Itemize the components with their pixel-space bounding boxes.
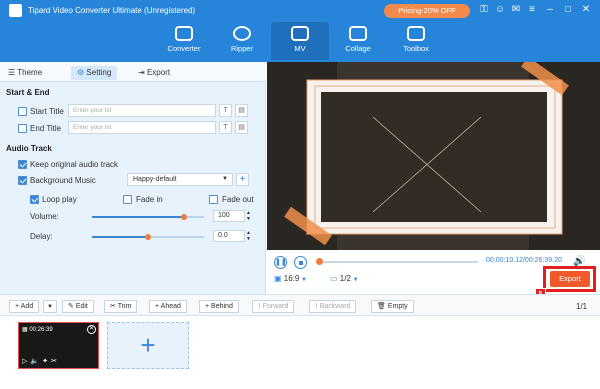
fade-in-checkbox[interactable] — [123, 195, 132, 204]
user-icon[interactable]: ☺ — [494, 4, 506, 16]
pause-icon[interactable]: ❚❚ — [274, 256, 287, 269]
volume-input[interactable]: 100 — [213, 210, 245, 222]
volume-fill — [92, 216, 184, 218]
effect-icon[interactable]: ✦ — [42, 358, 51, 365]
highlight-box — [543, 266, 596, 292]
volume-label: Volume: — [30, 212, 59, 221]
stop-icon[interactable] — [294, 256, 307, 269]
export-icon: ⇥ — [138, 68, 147, 77]
loop-play-label: Loop play — [42, 195, 77, 204]
tab-export[interactable]: ⇥ Export — [138, 66, 170, 80]
start-end-heading: Start & End — [6, 88, 50, 97]
delay-fill — [92, 236, 148, 238]
text-style-button[interactable]: T — [219, 121, 232, 134]
music-select[interactable]: Happy-default ▼ — [127, 173, 233, 186]
scissors-icon: ✂ — [110, 303, 118, 310]
progress-knob[interactable] — [316, 258, 323, 265]
delay-stepper[interactable]: ▲ ▼ — [246, 230, 251, 242]
ahead-button[interactable]: + Ahead — [149, 300, 187, 313]
loop-play-checkbox[interactable] — [30, 195, 39, 204]
fade-in-label: Fade in — [136, 195, 163, 204]
plus-icon: + — [140, 330, 156, 360]
behind-button[interactable]: + Behind — [199, 300, 239, 313]
empty-button[interactable]: 🗑 Empty — [371, 300, 414, 313]
start-title-checkbox[interactable] — [18, 107, 27, 116]
edit-button[interactable]: ✎ Edit — [62, 300, 94, 313]
delay-input[interactable]: 0.0 — [213, 230, 245, 242]
minimize-icon[interactable]: – — [544, 4, 556, 16]
app-logo — [9, 4, 22, 17]
nav-mv[interactable]: MV — [271, 22, 329, 60]
clip-duration: ▦ 00:26:39 — [22, 327, 53, 333]
chevron-down-icon: ▼ — [222, 176, 228, 182]
menu-icon[interactable]: ≡ — [526, 4, 538, 16]
delay-knob[interactable] — [145, 234, 151, 240]
audio-track-heading: Audio Track — [6, 144, 52, 153]
delay-slider[interactable] — [92, 234, 204, 240]
video-preview — [267, 62, 600, 250]
clip-actions: ▷🔈✦✂ — [22, 357, 60, 365]
fade-out-checkbox[interactable] — [209, 195, 218, 204]
start-title-label: Start Title — [30, 107, 64, 116]
add-music-button[interactable]: + — [236, 173, 249, 186]
toolbox-icon — [407, 26, 425, 41]
text-style-button[interactable]: T — [219, 104, 232, 117]
timeline-page: 1/1 — [576, 302, 588, 311]
text-edit-button[interactable]: ▤ — [235, 104, 248, 117]
gear-icon: ⚙ — [77, 68, 87, 77]
delay-label: Delay: — [30, 232, 53, 241]
start-title-input[interactable]: Enter your txt — [68, 104, 216, 117]
aspect-select[interactable]: ▣ 16:9 ▼ — [274, 274, 307, 283]
chevron-down-icon: ▼ — [47, 304, 53, 310]
cut-icon[interactable]: ✂ — [51, 358, 60, 365]
volume-slider[interactable] — [92, 214, 204, 220]
mv-icon — [291, 26, 309, 41]
add-dropdown[interactable]: ▼ — [43, 300, 57, 313]
close-icon[interactable]: ✕ — [580, 4, 592, 16]
end-title-input[interactable]: Enter your txt — [68, 121, 216, 134]
volume-knob[interactable] — [180, 214, 187, 220]
theme-icon: ☰ — [8, 68, 18, 77]
forward-button[interactable]: ⟨ Forward — [252, 300, 295, 313]
preview-frame — [267, 62, 600, 250]
backward-button[interactable]: ⟩ Backward — [309, 300, 357, 313]
page-select[interactable]: ▭ 1/2 ▼ — [330, 274, 359, 283]
keep-original-label: Keep original audio track — [30, 160, 119, 169]
nav-toolbox[interactable]: Toolbox — [387, 22, 445, 60]
edit-icon: ✎ — [68, 303, 76, 310]
text-edit-button[interactable]: ▤ — [235, 121, 248, 134]
end-title-checkbox[interactable] — [18, 124, 27, 133]
aspect-icon: ▣ — [274, 274, 284, 283]
nav-ripper[interactable]: Ripper — [213, 22, 271, 60]
key-icon[interactable]: ⚿ — [478, 4, 490, 16]
ripper-icon — [233, 26, 251, 41]
maximize-icon[interactable]: □ — [562, 4, 574, 16]
nav-converter[interactable]: Converter — [155, 22, 213, 60]
progress-track[interactable] — [318, 261, 478, 263]
converter-icon — [175, 26, 193, 41]
keep-original-checkbox[interactable] — [18, 160, 27, 169]
nav-collage[interactable]: Collage — [329, 22, 387, 60]
promo-button[interactable]: Pricing-20% OFF — [384, 4, 470, 18]
audio-icon[interactable]: 🔈 — [30, 358, 42, 365]
background-music-label: Background Music — [30, 176, 96, 185]
fade-out-label: Fade out — [222, 195, 254, 204]
time-display: 00:00:10.12/00:26:39.20 — [486, 257, 562, 264]
tab-setting[interactable]: ⚙ Setting — [71, 66, 118, 80]
chat-icon[interactable]: ✉ — [510, 4, 522, 16]
add-button[interactable]: + Add — [9, 300, 40, 313]
background-music-checkbox[interactable] — [18, 176, 27, 185]
collage-icon — [349, 26, 367, 41]
trash-icon: 🗑 — [377, 303, 388, 310]
volume-stepper[interactable]: ▲ ▼ — [246, 210, 251, 222]
app-title: Tipard Video Converter Ultimate (Unregis… — [28, 6, 196, 15]
trim-button[interactable]: ✂ Trim — [104, 300, 138, 313]
add-clip-button[interactable]: + — [107, 322, 189, 369]
monitor-icon: ▭ — [330, 274, 340, 283]
end-title-label: End Title — [30, 124, 62, 133]
tab-theme[interactable]: ☰ Theme — [8, 66, 42, 80]
remove-clip-icon[interactable]: ✕ — [87, 325, 96, 334]
video-clip[interactable]: ▦ 00:26:39 ✕ ▷🔈✦✂ — [18, 322, 99, 369]
